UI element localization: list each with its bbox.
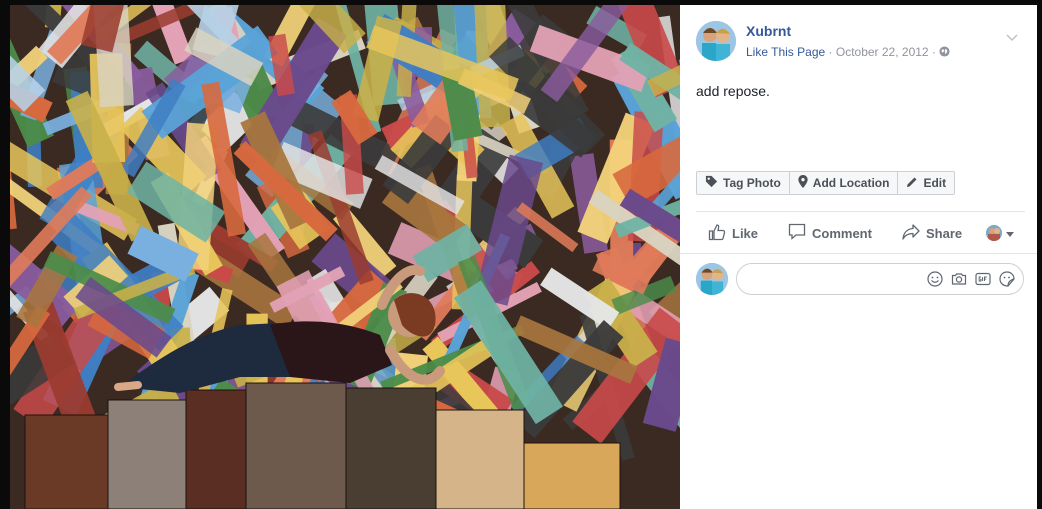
globe-icon[interactable]: [939, 46, 950, 60]
location-pin-icon: [798, 175, 808, 191]
pencil-icon: [906, 176, 918, 191]
meta-separator-2: ·: [931, 45, 936, 59]
speech-bubble-icon: [788, 223, 806, 243]
share-arrow-icon: [902, 223, 920, 243]
camera-icon[interactable]: [951, 271, 967, 287]
add-location-button[interactable]: Add Location: [790, 172, 899, 194]
post-photo[interactable]: [10, 5, 680, 509]
post-meta: Like This Page · October 22, 2012 ·: [746, 45, 950, 60]
commenter-avatar[interactable]: [696, 263, 728, 295]
chevron-down-icon[interactable]: [1006, 29, 1018, 47]
gif-icon[interactable]: [975, 271, 991, 287]
comment-label: Comment: [812, 225, 872, 241]
like-label: Like: [732, 225, 759, 241]
post-sidebar: Xubrnt Like This Page · October 22, 2012…: [680, 5, 1037, 509]
share-label: Share: [926, 225, 963, 241]
divider: [696, 211, 1025, 212]
meta-separator: ·: [828, 45, 833, 59]
comment-input[interactable]: [749, 264, 919, 294]
divider: [680, 253, 1037, 254]
like-button[interactable]: Like: [708, 223, 758, 244]
caret-down-icon: [1006, 224, 1014, 242]
post-header: Xubrnt Like This Page · October 22, 2012…: [696, 21, 1026, 65]
comment-button[interactable]: Comment: [788, 223, 872, 243]
share-button[interactable]: Share: [902, 223, 963, 243]
sticker-icon[interactable]: [999, 271, 1015, 287]
smiley-icon[interactable]: [927, 271, 943, 287]
edit-label: Edit: [923, 176, 947, 190]
audience-selector[interactable]: [986, 224, 1014, 242]
tag-icon: [705, 175, 718, 191]
comment-composer: [696, 261, 1026, 297]
comment-box[interactable]: [736, 263, 1024, 295]
photo-image: [10, 5, 680, 509]
page-avatar[interactable]: [696, 21, 736, 61]
viewer-avatar-small: [986, 225, 1002, 241]
add-location-label: Add Location: [812, 176, 890, 190]
photo-viewer: Xubrnt Like This Page · October 22, 2012…: [0, 0, 1042, 509]
photo-actions-bar: Tag Photo Add Location Edit: [696, 171, 956, 195]
post-date-link[interactable]: October 22, 2012: [836, 45, 929, 59]
edit-button[interactable]: Edit: [898, 172, 954, 194]
post-caption: add repose.: [696, 83, 770, 99]
comment-tools: [927, 271, 1015, 287]
reaction-bar: Like Comment Share: [696, 217, 1026, 249]
tag-photo-label: Tag Photo: [723, 176, 781, 190]
thumbs-up-icon: [708, 223, 726, 244]
tag-photo-button[interactable]: Tag Photo: [697, 172, 790, 194]
like-page-link[interactable]: Like This Page: [746, 45, 825, 59]
page-name-link[interactable]: Xubrnt: [746, 23, 791, 39]
